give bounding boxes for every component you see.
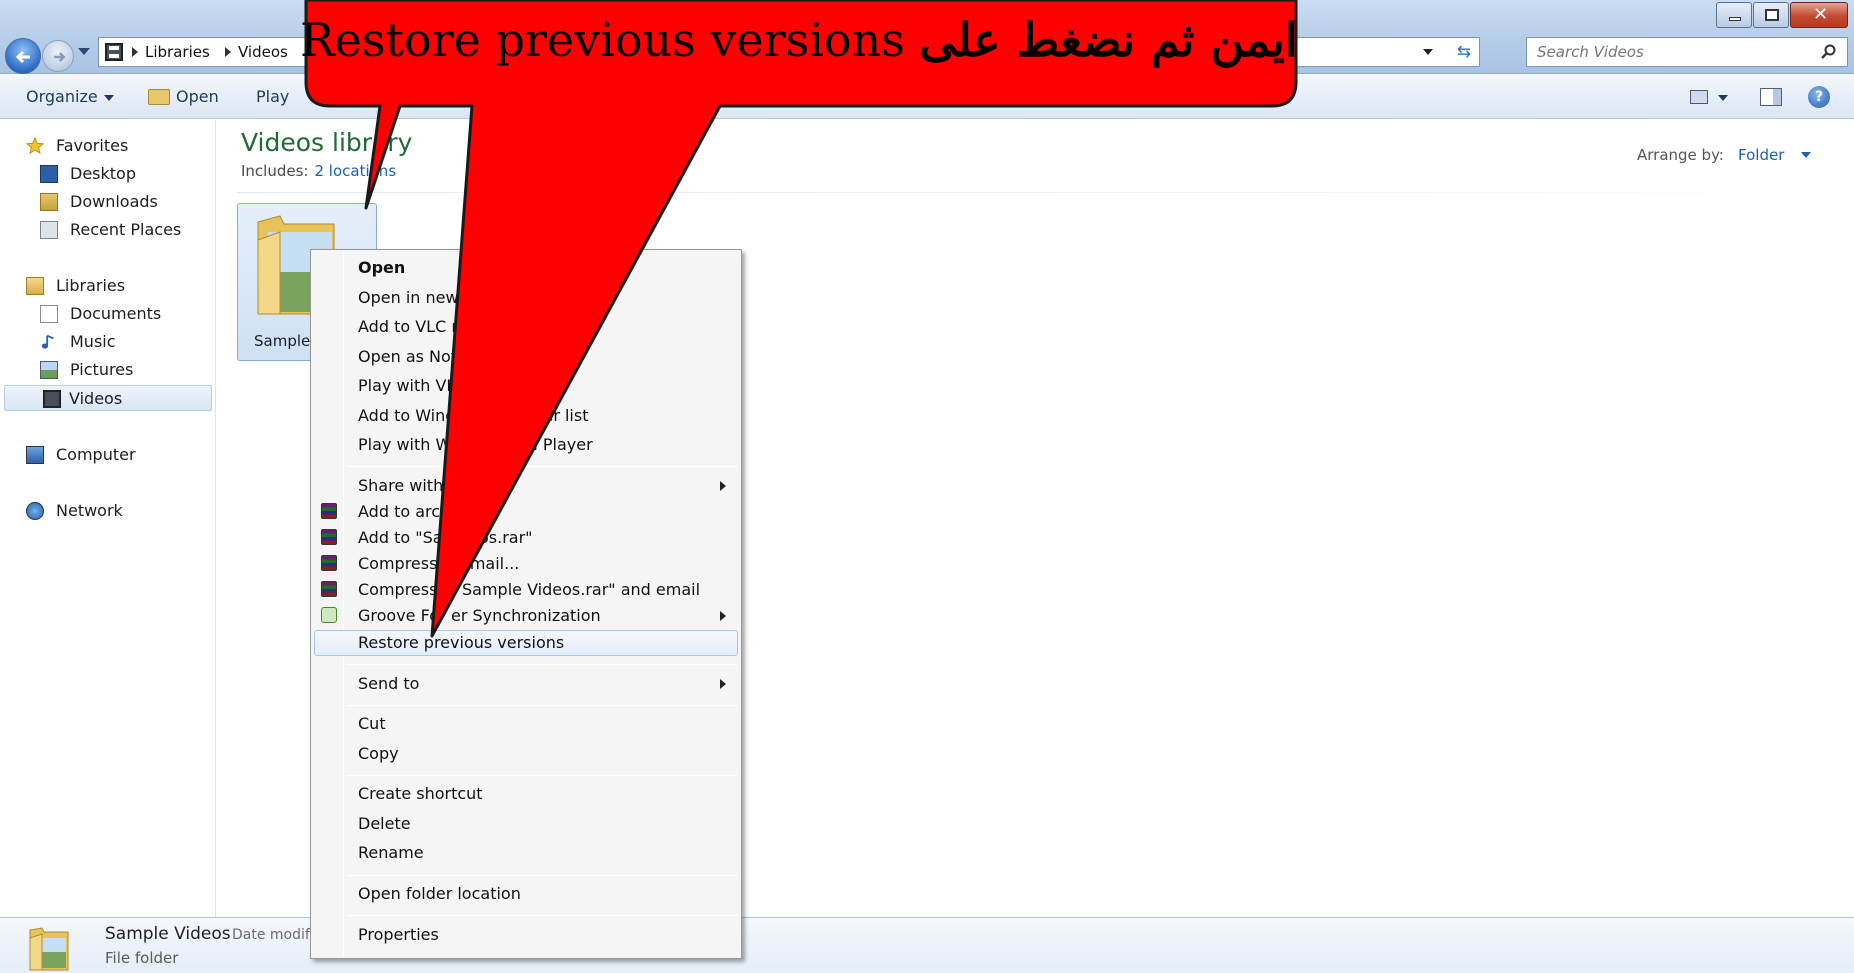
callout-text: Restore previous versions ايمن ثم نضغط ع… [300, 12, 1298, 68]
callout-bubble [304, 0, 1298, 638]
callout-arabic: ايمن ثم نضغط على [919, 13, 1298, 67]
callout-english: Restore previous versions [300, 13, 905, 67]
